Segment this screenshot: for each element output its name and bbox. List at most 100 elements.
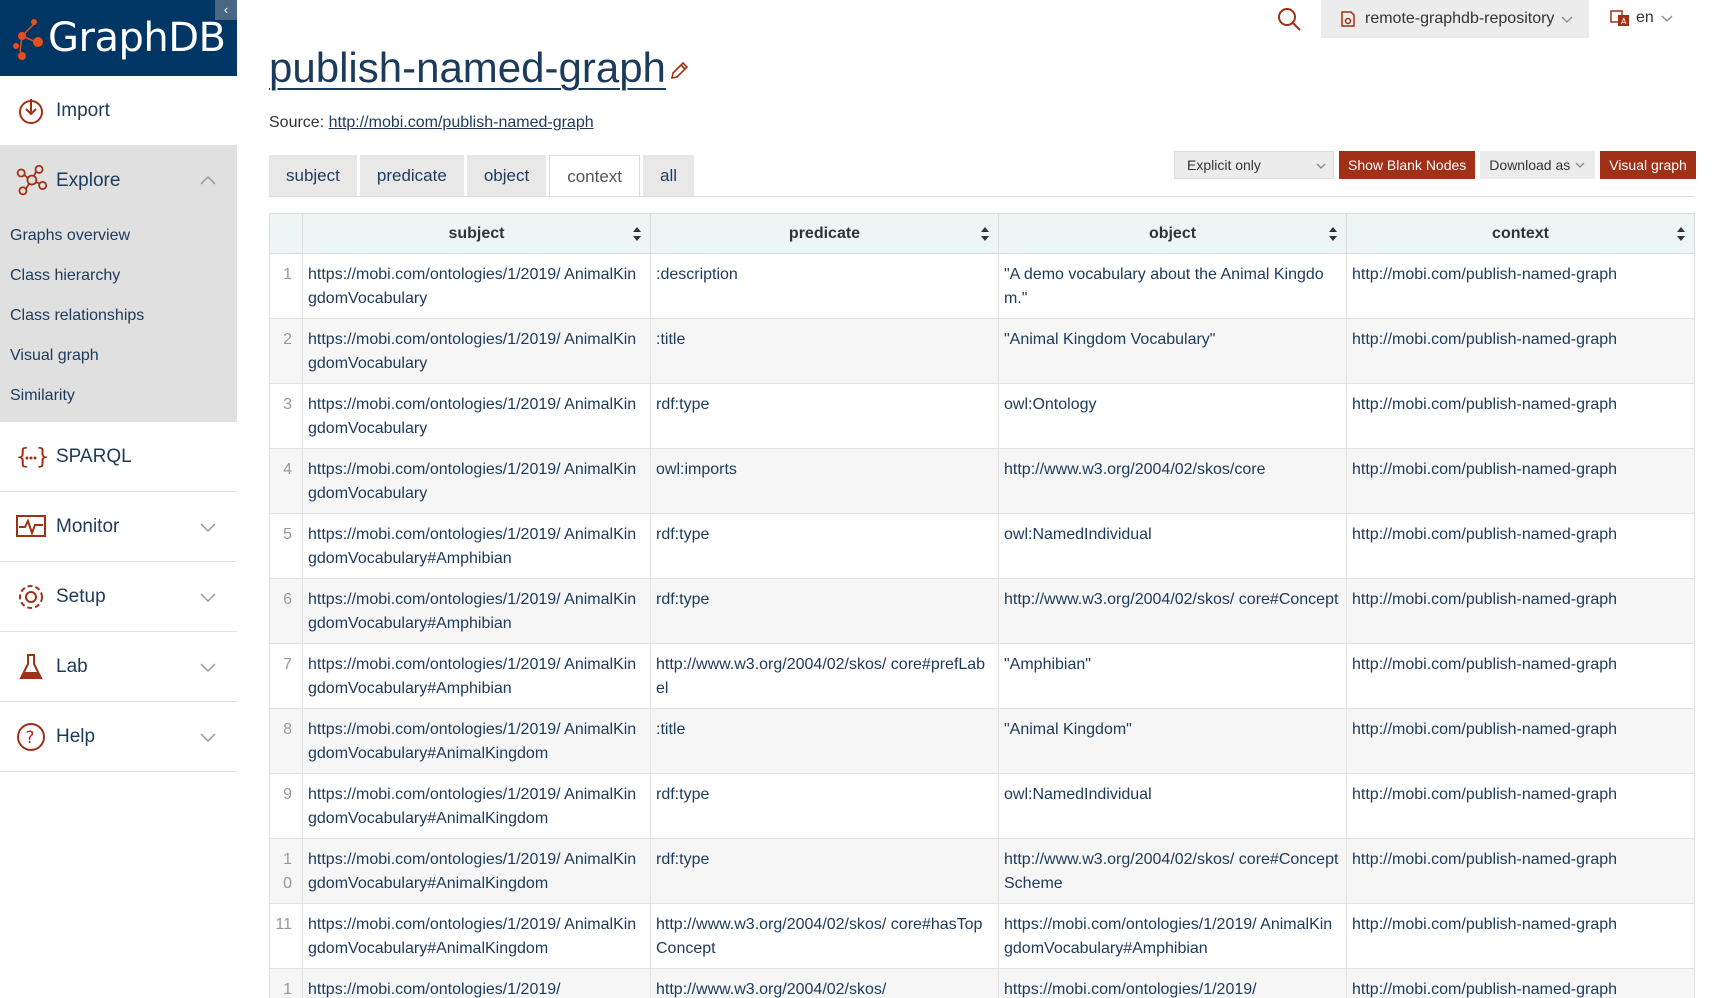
sort-icon[interactable] bbox=[1328, 226, 1338, 242]
svg-text:A: A bbox=[1621, 17, 1627, 26]
resource-link[interactable]: http://www.w3.org/2004/02/skos/ core#has… bbox=[656, 916, 982, 957]
sidebar-subitem-similarity[interactable]: Similarity bbox=[0, 376, 237, 416]
sidebar-subitem-graphs-overview[interactable]: Graphs overview bbox=[0, 216, 237, 256]
sort-icon[interactable] bbox=[980, 226, 990, 242]
resource-link[interactable]: https://mobi.com/ontologies/1/2019/ Anim… bbox=[308, 656, 636, 697]
sidebar-item-import[interactable]: Import bbox=[0, 76, 237, 146]
tab-all[interactable]: all bbox=[643, 155, 695, 197]
resource-link[interactable]: https://mobi.com/ontologies/1/2019/ Anim… bbox=[308, 396, 636, 437]
resource-link[interactable]: owl:imports bbox=[656, 461, 737, 478]
resource-link[interactable]: https://mobi.com/ontologies/1/2019/ Anim… bbox=[308, 461, 636, 502]
resource-link[interactable]: https://mobi.com/ontologies/1/2019/ bbox=[308, 981, 561, 998]
sort-icon[interactable] bbox=[1676, 226, 1686, 242]
resource-link[interactable]: http://www.w3.org/2004/02/skos/ bbox=[656, 981, 886, 998]
sidebar-item-explore[interactable]: Explore bbox=[0, 146, 237, 216]
collapse-sidebar-button[interactable]: ‹ bbox=[215, 0, 237, 20]
chevron-down-icon bbox=[1316, 163, 1326, 169]
inference-select[interactable]: Explicit only bbox=[1174, 151, 1334, 179]
column-header-object[interactable]: object bbox=[998, 213, 1347, 254]
resource-link[interactable]: https://mobi.com/ontologies/1/2019/ Anim… bbox=[308, 786, 636, 827]
sidebar-item-setup[interactable]: Setup bbox=[0, 562, 237, 632]
context-cell: http://mobi.com/publish-named-graph bbox=[1346, 253, 1695, 319]
visual-graph-button[interactable]: Visual graph bbox=[1600, 151, 1696, 179]
sidebar-item-sparql[interactable]: {} SPARQL bbox=[0, 422, 237, 492]
resource-link[interactable]: http://mobi.com/publish-named-graph bbox=[1352, 591, 1617, 608]
resource-link[interactable]: http://mobi.com/publish-named-graph bbox=[1352, 266, 1617, 283]
resource-link[interactable]: http://mobi.com/publish-named-graph bbox=[1352, 656, 1617, 673]
resource-link[interactable]: http://mobi.com/publish-named-graph bbox=[1352, 721, 1617, 738]
column-header-predicate[interactable]: predicate bbox=[650, 213, 999, 254]
logo[interactable]: GraphDB ‹ bbox=[0, 0, 237, 76]
page-title[interactable]: publish-named-graph bbox=[269, 44, 666, 92]
resource-link[interactable]: :title bbox=[656, 721, 685, 738]
pencil-icon[interactable] bbox=[668, 60, 690, 82]
resource-link[interactable]: https://mobi.com/ontologies/1/2019/ bbox=[1004, 981, 1257, 998]
resource-link[interactable]: owl:Ontology bbox=[1004, 396, 1097, 413]
resource-link[interactable]: rdf:type bbox=[656, 851, 709, 868]
sidebar-item-lab[interactable]: Lab bbox=[0, 632, 237, 702]
resource-link[interactable]: http://mobi.com/publish-named-graph bbox=[1352, 786, 1617, 803]
resource-link[interactable]: http://mobi.com/publish-named-graph bbox=[1352, 851, 1617, 868]
resource-link[interactable]: rdf:type bbox=[656, 396, 709, 413]
resource-link[interactable]: https://mobi.com/ontologies/1/2019/ Anim… bbox=[1004, 916, 1332, 957]
show-blank-nodes-button[interactable]: Show Blank Nodes bbox=[1339, 151, 1476, 179]
column-label: subject bbox=[448, 224, 505, 242]
role-tabs: subject predicate object context all bbox=[269, 155, 695, 197]
sidebar-subitem-class-relationships[interactable]: Class relationships bbox=[0, 296, 237, 336]
resource-link[interactable]: http://www.w3.org/2004/02/skos/ core#Con… bbox=[1004, 591, 1338, 608]
resource-link[interactable]: "A demo vocabulary about the Animal King… bbox=[1004, 266, 1324, 307]
resource-link[interactable]: http://mobi.com/publish-named-graph bbox=[1352, 331, 1617, 348]
resource-link[interactable]: http://www.w3.org/2004/02/skos/ core#pre… bbox=[656, 656, 985, 697]
tab-subject[interactable]: subject bbox=[269, 155, 357, 197]
tab-context[interactable]: context bbox=[549, 155, 640, 197]
explore-icon bbox=[14, 164, 48, 198]
resource-link[interactable]: http://mobi.com/publish-named-graph bbox=[1352, 916, 1617, 933]
row-number: 3 bbox=[269, 383, 303, 449]
resource-link[interactable]: "Animal Kingdom" bbox=[1004, 721, 1132, 738]
resource-link[interactable]: http://mobi.com/publish-named-graph bbox=[1352, 981, 1617, 998]
context-cell: http://mobi.com/publish-named-graph bbox=[1346, 318, 1695, 384]
source-link[interactable]: http://mobi.com/publish-named-graph bbox=[329, 114, 594, 131]
resource-link[interactable]: https://mobi.com/ontologies/1/2019/ Anim… bbox=[308, 526, 636, 567]
resource-link[interactable]: https://mobi.com/ontologies/1/2019/ Anim… bbox=[308, 851, 636, 892]
sidebar-item-monitor[interactable]: Monitor bbox=[0, 492, 237, 562]
resource-link[interactable]: "Animal Kingdom Vocabulary" bbox=[1004, 331, 1215, 348]
sidebar-subitem-visual-graph[interactable]: Visual graph bbox=[0, 336, 237, 376]
resource-link[interactable]: http://mobi.com/publish-named-graph bbox=[1352, 526, 1617, 543]
column-header-subject[interactable]: subject bbox=[302, 213, 651, 254]
resource-link[interactable]: rdf:type bbox=[656, 591, 709, 608]
tab-object[interactable]: object bbox=[466, 155, 547, 197]
sort-icon[interactable] bbox=[632, 226, 642, 242]
resource-link[interactable]: https://mobi.com/ontologies/1/2019/ Anim… bbox=[308, 266, 636, 307]
logo-text: GraphDB bbox=[48, 15, 226, 61]
resource-link[interactable]: rdf:type bbox=[656, 526, 709, 543]
download-as-button[interactable]: Download as bbox=[1480, 151, 1596, 179]
resource-link[interactable]: :description bbox=[656, 266, 738, 283]
resource-link[interactable]: owl:NamedIndividual bbox=[1004, 786, 1152, 803]
repository-selector[interactable]: remote-graphdb-repository bbox=[1321, 0, 1589, 38]
sidebar-item-help[interactable]: ? Help bbox=[0, 702, 237, 772]
resource-link[interactable]: rdf:type bbox=[656, 786, 709, 803]
sidebar: GraphDB ‹ Import Explore Graphs overview… bbox=[0, 0, 237, 998]
resource-link[interactable]: http://mobi.com/publish-named-graph bbox=[1352, 396, 1617, 413]
resource-link[interactable]: "Amphibian" bbox=[1004, 656, 1091, 673]
subject-cell: https://mobi.com/ontologies/1/2019/ Anim… bbox=[302, 903, 651, 969]
resource-link[interactable]: http://mobi.com/publish-named-graph bbox=[1352, 461, 1617, 478]
sidebar-subitem-class-hierarchy[interactable]: Class hierarchy bbox=[0, 256, 237, 296]
subject-cell: https://mobi.com/ontologies/1/2019/ Anim… bbox=[302, 708, 651, 774]
context-cell: http://mobi.com/publish-named-graph bbox=[1346, 513, 1695, 579]
tab-predicate[interactable]: predicate bbox=[359, 155, 464, 197]
resource-link[interactable]: https://mobi.com/ontologies/1/2019/ Anim… bbox=[308, 331, 636, 372]
resource-link[interactable]: http://www.w3.org/2004/02/skos/core bbox=[1004, 461, 1265, 478]
resource-link[interactable]: http://www.w3.org/2004/02/skos/ core#Con… bbox=[1004, 851, 1338, 892]
resource-link[interactable]: https://mobi.com/ontologies/1/2019/ Anim… bbox=[308, 916, 636, 957]
predicate-cell: rdf:type bbox=[650, 578, 999, 644]
object-cell: http://www.w3.org/2004/02/skos/ core#Con… bbox=[998, 838, 1347, 904]
resource-link[interactable]: owl:NamedIndividual bbox=[1004, 526, 1152, 543]
resource-link[interactable]: https://mobi.com/ontologies/1/2019/ Anim… bbox=[308, 591, 636, 632]
resource-link[interactable]: :title bbox=[656, 331, 685, 348]
search-icon[interactable] bbox=[1276, 6, 1302, 32]
resource-link[interactable]: https://mobi.com/ontologies/1/2019/ Anim… bbox=[308, 721, 636, 762]
column-header-context[interactable]: context bbox=[1346, 213, 1695, 254]
language-selector[interactable]: A en bbox=[1610, 8, 1674, 28]
